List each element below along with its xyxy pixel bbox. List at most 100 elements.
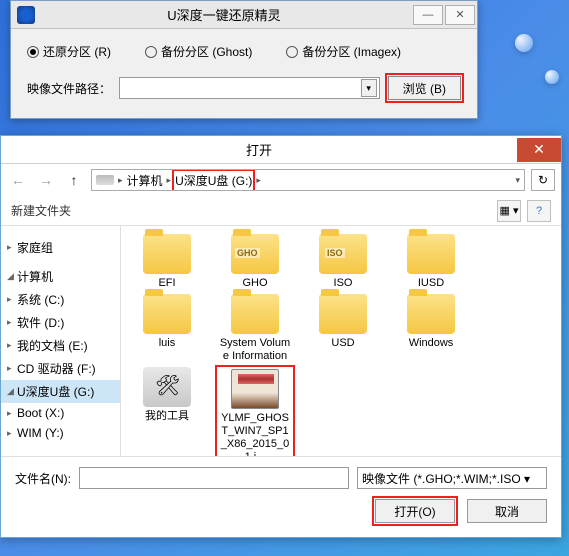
expand-icon: ▸ bbox=[7, 363, 15, 374]
help-button[interactable]: ? bbox=[527, 200, 551, 222]
file-item[interactable]: luis bbox=[129, 294, 205, 363]
folder-icon bbox=[143, 294, 191, 334]
window-title: U深度一键还原精灵 bbox=[35, 5, 413, 24]
browse-button[interactable]: 浏览 (B) bbox=[388, 76, 461, 100]
file-label: System Volume Information bbox=[217, 337, 293, 363]
tree-item-label: 软件 (D:) bbox=[17, 314, 64, 331]
dialog-title: 打开 bbox=[1, 140, 517, 159]
file-item[interactable]: IUSD bbox=[393, 234, 469, 290]
decor-bubble bbox=[545, 70, 559, 84]
chevron-right-icon: ▸ bbox=[167, 175, 172, 186]
forward-button[interactable]: → bbox=[35, 169, 57, 191]
file-item[interactable]: System Volume Information bbox=[217, 294, 293, 363]
close-button[interactable]: ✕ bbox=[445, 5, 475, 25]
up-button[interactable]: ↑ bbox=[63, 169, 85, 191]
file-item[interactable]: 我的工具 bbox=[129, 367, 205, 456]
cancel-button[interactable]: 取消 bbox=[467, 499, 547, 523]
rar-icon bbox=[231, 369, 279, 409]
back-button[interactable]: ← bbox=[7, 169, 29, 191]
filetype-value: 映像文件 (*.GHO;*.WIM;*.ISO ▾ bbox=[362, 470, 530, 487]
tree-item-label: 家庭组 bbox=[17, 239, 53, 256]
file-item[interactable]: EFI bbox=[129, 234, 205, 290]
radio-backup-ghost[interactable]: 备份分区 (Ghost) bbox=[145, 43, 252, 60]
tree-item[interactable]: ▸CD 驱动器 (F:) bbox=[1, 357, 120, 380]
file-label: 我的工具 bbox=[145, 410, 189, 423]
mode-radio-group: 还原分区 (R) 备份分区 (Ghost) 备份分区 (Imagex) bbox=[27, 43, 461, 60]
image-path-combobox[interactable]: ▾ bbox=[119, 77, 380, 99]
folder-gho-icon bbox=[231, 234, 279, 274]
chevron-down-icon[interactable]: ▾ bbox=[515, 175, 520, 186]
expand-icon: ▸ bbox=[7, 242, 15, 253]
tree-item-label: 我的文档 (E:) bbox=[17, 337, 88, 354]
tree-item[interactable]: ▸Boot (X:) bbox=[1, 403, 120, 423]
tree-item[interactable]: ▸我的文档 (E:) bbox=[1, 334, 120, 357]
view-button[interactable]: ▦ ▾ bbox=[497, 200, 521, 222]
file-item[interactable]: Windows bbox=[393, 294, 469, 363]
tree-item[interactable]: ◢计算机 bbox=[1, 265, 120, 288]
breadcrumb-segment[interactable]: U深度U盘 (G:) bbox=[175, 172, 252, 189]
tree-item[interactable]: ▸系统 (C:) bbox=[1, 288, 120, 311]
restore-wizard-window: U深度一键还原精灵 — ✕ 还原分区 (R) 备份分区 (Ghost) 备份分区… bbox=[10, 0, 478, 119]
folder-icon bbox=[319, 294, 367, 334]
radio-label: 还原分区 (R) bbox=[43, 43, 111, 60]
drive-icon bbox=[96, 175, 114, 185]
breadcrumb-segment[interactable]: 计算机 bbox=[127, 172, 163, 189]
expand-icon: ▸ bbox=[7, 428, 15, 439]
radio-label: 备份分区 (Imagex) bbox=[302, 43, 401, 60]
folder-icon bbox=[407, 234, 455, 274]
tree-item-label: CD 驱动器 (F:) bbox=[17, 360, 96, 377]
file-item[interactable]: USD bbox=[305, 294, 381, 363]
radio-label: 备份分区 (Ghost) bbox=[161, 43, 252, 60]
filename-label: 文件名(N): bbox=[15, 470, 71, 487]
radio-restore[interactable]: 还原分区 (R) bbox=[27, 43, 111, 60]
expand-icon: ▸ bbox=[7, 294, 15, 305]
decor-bubble bbox=[515, 34, 533, 52]
image-path-label: 映像文件路径： bbox=[27, 80, 111, 97]
tree-item-label: U深度U盘 (G:) bbox=[17, 383, 94, 400]
open-dialog: 打开 ✕ ← → ↑ ▸ 计算机 ▸ U深度U盘 (G:) ▸ ▾ ↻ 新建文件… bbox=[0, 135, 562, 538]
tree-item[interactable]: ▸家庭组 bbox=[1, 236, 120, 259]
radio-backup-imagex[interactable]: 备份分区 (Imagex) bbox=[286, 43, 401, 60]
file-label: Windows bbox=[409, 337, 454, 350]
titlebar: U深度一键还原精灵 — ✕ bbox=[11, 1, 477, 29]
expand-icon: ◢ bbox=[7, 271, 15, 282]
filetype-combobox[interactable]: 映像文件 (*.GHO;*.WIM;*.ISO ▾ bbox=[357, 467, 547, 489]
tools-icon bbox=[143, 367, 191, 407]
file-item[interactable]: GHO bbox=[217, 234, 293, 290]
refresh-button[interactable]: ↻ bbox=[531, 169, 555, 191]
folder-iso-icon bbox=[319, 234, 367, 274]
folder-icon bbox=[231, 294, 279, 334]
tree-item-label: Boot (X:) bbox=[17, 406, 64, 420]
tree-item-label: WIM (Y:) bbox=[17, 426, 64, 440]
filename-input[interactable] bbox=[79, 467, 349, 489]
file-label: USD bbox=[331, 337, 354, 350]
expand-icon: ▸ bbox=[7, 317, 15, 328]
tree-item[interactable]: ▸WIM (Y:) bbox=[1, 423, 120, 443]
file-label: luis bbox=[159, 337, 176, 350]
file-item[interactable]: ISO bbox=[305, 234, 381, 290]
chevron-right-icon: ▸ bbox=[118, 175, 123, 186]
toolbar: 新建文件夹 ▦ ▾ ? bbox=[1, 196, 561, 226]
address-bar-row: ← → ↑ ▸ 计算机 ▸ U深度U盘 (G:) ▸ ▾ ↻ bbox=[1, 164, 561, 196]
expand-icon: ▸ bbox=[7, 408, 15, 419]
tree-item-label: 计算机 bbox=[17, 268, 53, 285]
folder-tree: ▸家庭组◢计算机▸系统 (C:)▸软件 (D:)▸我的文档 (E:)▸CD 驱动… bbox=[1, 226, 121, 456]
folder-icon bbox=[407, 294, 455, 334]
file-list: EFIGHOISOIUSD luis System Volume Informati… bbox=[121, 226, 561, 456]
file-label: YLMF_GHOST_WIN7_SP1_X86_2015_01.i... bbox=[219, 412, 291, 456]
folder-icon bbox=[143, 234, 191, 274]
address-bar[interactable]: ▸ 计算机 ▸ U深度U盘 (G:) ▸ ▾ bbox=[91, 169, 525, 191]
tree-item[interactable]: ▸软件 (D:) bbox=[1, 311, 120, 334]
open-button[interactable]: 打开(O) bbox=[375, 499, 455, 523]
app-icon bbox=[17, 6, 35, 24]
tree-item-label: 系统 (C:) bbox=[17, 291, 64, 308]
file-item[interactable]: YLMF_GHOST_WIN7_SP1_X86_2015_01.i... bbox=[217, 367, 293, 456]
close-button[interactable]: ✕ bbox=[517, 138, 561, 162]
new-folder-button[interactable]: 新建文件夹 bbox=[11, 202, 71, 219]
expand-icon: ▸ bbox=[7, 340, 15, 351]
chevron-down-icon: ▾ bbox=[361, 79, 377, 97]
expand-icon: ◢ bbox=[7, 386, 15, 397]
minimize-button[interactable]: — bbox=[413, 5, 443, 25]
tree-item[interactable]: ◢U深度U盘 (G:) bbox=[1, 380, 120, 403]
chevron-right-icon: ▸ bbox=[256, 175, 261, 186]
